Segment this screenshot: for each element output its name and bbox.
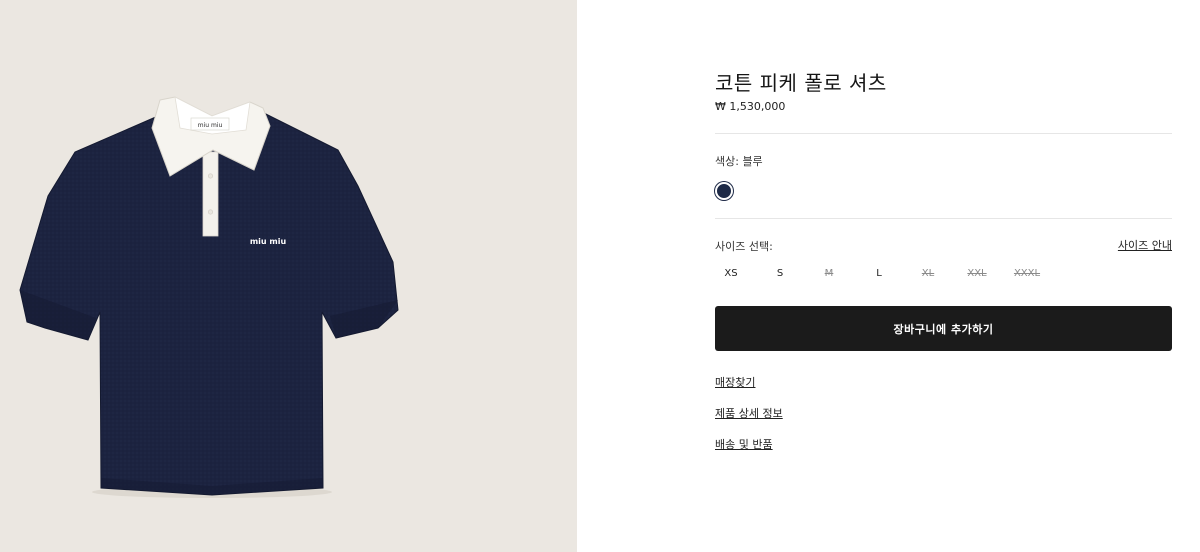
- product-title: 코튼 피케 폴로 셔츠: [715, 71, 887, 95]
- product-details-link[interactable]: 제품 상세 정보: [715, 405, 783, 421]
- color-swatch-blue[interactable]: [715, 182, 733, 200]
- size-option-m[interactable]: M: [812, 268, 846, 279]
- find-store-link[interactable]: 매장찾기: [715, 374, 755, 390]
- size-option-s[interactable]: S: [763, 268, 797, 279]
- chest-logo-text: miu miu: [250, 237, 287, 246]
- shipping-returns-link[interactable]: 배송 및 반품: [715, 436, 773, 452]
- product-price: ₩ 1,530,000: [715, 100, 786, 113]
- size-guide-link[interactable]: 사이즈 안내: [1118, 237, 1172, 253]
- polo-shirt-illustration: miu miu miu miu: [19, 96, 399, 498]
- size-option-xs[interactable]: XS: [714, 268, 748, 279]
- product-image: miu miu miu miu: [0, 0, 577, 552]
- product-info-panel: 코튼 피케 폴로 셔츠 ₩ 1,530,000 색상: 블루 사이즈 선택: 사…: [715, 0, 1172, 552]
- divider: [715, 218, 1172, 219]
- collar-label-text: miu miu: [198, 122, 223, 129]
- color-label: 색상: 블루: [715, 155, 763, 168]
- size-options: XS S M L XL XXL XXXL: [715, 268, 1075, 286]
- size-select-label: 사이즈 선택:: [715, 240, 773, 253]
- size-option-xxl[interactable]: XXL: [960, 268, 994, 279]
- divider: [715, 133, 1172, 134]
- size-option-l[interactable]: L: [862, 268, 896, 279]
- size-option-xl[interactable]: XL: [911, 268, 945, 279]
- add-to-cart-button[interactable]: 장바구니에 추가하기: [715, 306, 1172, 351]
- size-option-xxxl[interactable]: XXXL: [1010, 268, 1044, 279]
